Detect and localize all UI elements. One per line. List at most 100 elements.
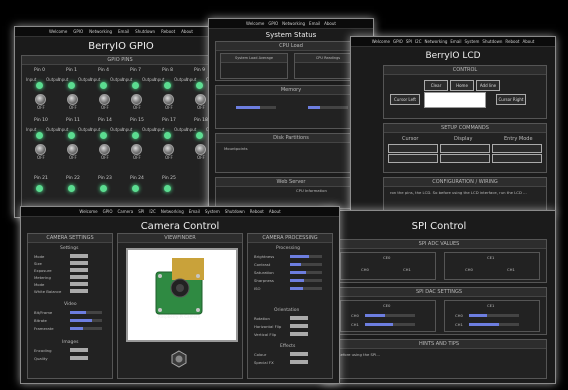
- setting-select[interactable]: [290, 316, 308, 320]
- pin-toggle-knob[interactable]: [195, 144, 206, 155]
- nav-camera[interactable]: Camera: [117, 209, 133, 214]
- nav-networking[interactable]: Networking: [89, 29, 112, 34]
- pin-toggle-knob[interactable]: [163, 94, 174, 105]
- setting-slider[interactable]: [290, 255, 322, 258]
- setting-slider[interactable]: [290, 287, 322, 290]
- nav-about[interactable]: About: [522, 39, 534, 44]
- setting-select[interactable]: [70, 268, 88, 272]
- pin-toggle-knob[interactable]: [195, 94, 206, 105]
- setup-option-button[interactable]: [388, 154, 438, 163]
- input-label: Input: [90, 77, 101, 82]
- setting-slider[interactable]: [290, 271, 322, 274]
- off-label: OFF: [37, 155, 45, 160]
- setting-label: Special FX: [254, 360, 274, 365]
- input-label: Input: [122, 127, 133, 132]
- pin-toggle-knob[interactable]: [163, 144, 174, 155]
- images-group-label: Images: [62, 340, 79, 345]
- pin-toggle-knob[interactable]: [131, 94, 142, 105]
- hints-panel: HINTS AND TIPS Before using the SPI...: [331, 339, 547, 379]
- nav-email[interactable]: Email: [118, 29, 129, 34]
- setting-select[interactable]: [70, 348, 88, 352]
- setting-slider[interactable]: [290, 279, 322, 282]
- nav-shutdown[interactable]: Shutdown: [225, 209, 245, 214]
- setting-select[interactable]: [70, 254, 88, 258]
- setting-select[interactable]: [70, 261, 88, 265]
- nav-reboot[interactable]: Reboot: [250, 209, 264, 214]
- nav-about[interactable]: About: [269, 209, 281, 214]
- dac-ce1-ch0-slider[interactable]: [469, 314, 519, 317]
- setup-option-button[interactable]: [388, 144, 438, 153]
- nav-reboot[interactable]: Reboot: [161, 29, 175, 34]
- nav-welcome[interactable]: Welcome: [79, 209, 97, 214]
- nav-welcome[interactable]: Welcome: [372, 39, 390, 44]
- nav-about[interactable]: About: [324, 21, 336, 26]
- setting-select[interactable]: [290, 324, 308, 328]
- cursor-left-button[interactable]: Cursor Left: [390, 94, 420, 105]
- pin-label: Pin 17: [162, 118, 176, 123]
- nav-welcome[interactable]: Welcome: [49, 29, 67, 34]
- pin-toggle-knob[interactable]: [131, 144, 142, 155]
- capture-icon[interactable]: [170, 350, 188, 368]
- lcd-page-title: BerryIO LCD: [425, 51, 481, 61]
- setting-select[interactable]: [70, 356, 88, 360]
- nav-networking[interactable]: Networking: [425, 39, 448, 44]
- pin-toggle-knob[interactable]: [67, 144, 78, 155]
- nav-reboot[interactable]: Reboot: [505, 39, 519, 44]
- pin-label: Pin 8: [162, 68, 174, 73]
- setting-slider[interactable]: [70, 319, 102, 322]
- spi-page-title: SPI Control: [411, 221, 467, 232]
- nav-i2c[interactable]: I2C: [415, 39, 422, 44]
- nav-gpio[interactable]: GPIO: [73, 29, 83, 34]
- nav-gpio[interactable]: GPIO: [393, 39, 403, 44]
- pin-toggle-knob[interactable]: [35, 94, 46, 105]
- nav-gpio[interactable]: GPIO: [268, 21, 278, 26]
- dac-ce1-ch1-slider[interactable]: [469, 323, 519, 326]
- dac-ce0-ch1-slider[interactable]: [365, 323, 415, 326]
- nav-shutdown[interactable]: Shutdown: [135, 29, 155, 34]
- setting-select[interactable]: [290, 360, 308, 364]
- nav-gpio[interactable]: GPIO: [103, 209, 113, 214]
- nav-email[interactable]: Email: [189, 209, 200, 214]
- pin-toggle-knob[interactable]: [99, 94, 110, 105]
- nav-shutdown[interactable]: Shutdown: [482, 39, 502, 44]
- setup-option-button[interactable]: [440, 144, 490, 153]
- nav-welcome[interactable]: Welcome: [246, 21, 264, 26]
- dac-ce0-ch0-slider[interactable]: [365, 314, 415, 317]
- nav-email[interactable]: Email: [450, 39, 461, 44]
- nav-networking[interactable]: Networking: [282, 21, 305, 26]
- nav-i2c[interactable]: I2C: [149, 209, 156, 214]
- setting-slider[interactable]: [70, 311, 102, 314]
- add-line-button[interactable]: Add line: [476, 80, 500, 91]
- clear-button[interactable]: Clear: [424, 80, 448, 91]
- setting-select[interactable]: [70, 282, 88, 286]
- nav-system[interactable]: System: [465, 39, 480, 44]
- mountpoints-label: Mountpoints: [224, 146, 248, 151]
- pin-toggle-knob[interactable]: [99, 144, 110, 155]
- nav-system[interactable]: System: [205, 209, 220, 214]
- setting-select[interactable]: [290, 352, 308, 356]
- setting-label: White Balance: [34, 289, 62, 294]
- cursor-right-button[interactable]: Cursor Right: [496, 94, 526, 105]
- setting-select[interactable]: [70, 289, 88, 293]
- viewfinder-header: VIEWFINDER: [118, 234, 242, 243]
- pin-label: Pin 1: [66, 68, 78, 73]
- adc-ce1-ch1: CH1: [507, 267, 515, 272]
- nav-spi[interactable]: SPI: [138, 209, 144, 214]
- input-label: Input: [186, 127, 197, 132]
- pin-toggle-knob[interactable]: [67, 94, 78, 105]
- nav-about[interactable]: About: [181, 29, 193, 34]
- setup-option-button[interactable]: [492, 154, 542, 163]
- setup-option-button[interactable]: [440, 154, 490, 163]
- cursor-section-label: Cursor: [402, 136, 419, 142]
- nav-email[interactable]: Email: [309, 21, 320, 26]
- input-label: Input: [122, 77, 133, 82]
- setting-slider[interactable]: [290, 263, 322, 266]
- nav-spi[interactable]: SPI: [406, 39, 412, 44]
- setup-option-button[interactable]: [492, 144, 542, 153]
- nav-networking[interactable]: Networking: [161, 209, 184, 214]
- pin-toggle-knob[interactable]: [35, 144, 46, 155]
- setting-select[interactable]: [290, 332, 308, 336]
- setting-slider[interactable]: [70, 327, 102, 330]
- home-button[interactable]: Home: [450, 80, 474, 91]
- setting-select[interactable]: [70, 275, 88, 279]
